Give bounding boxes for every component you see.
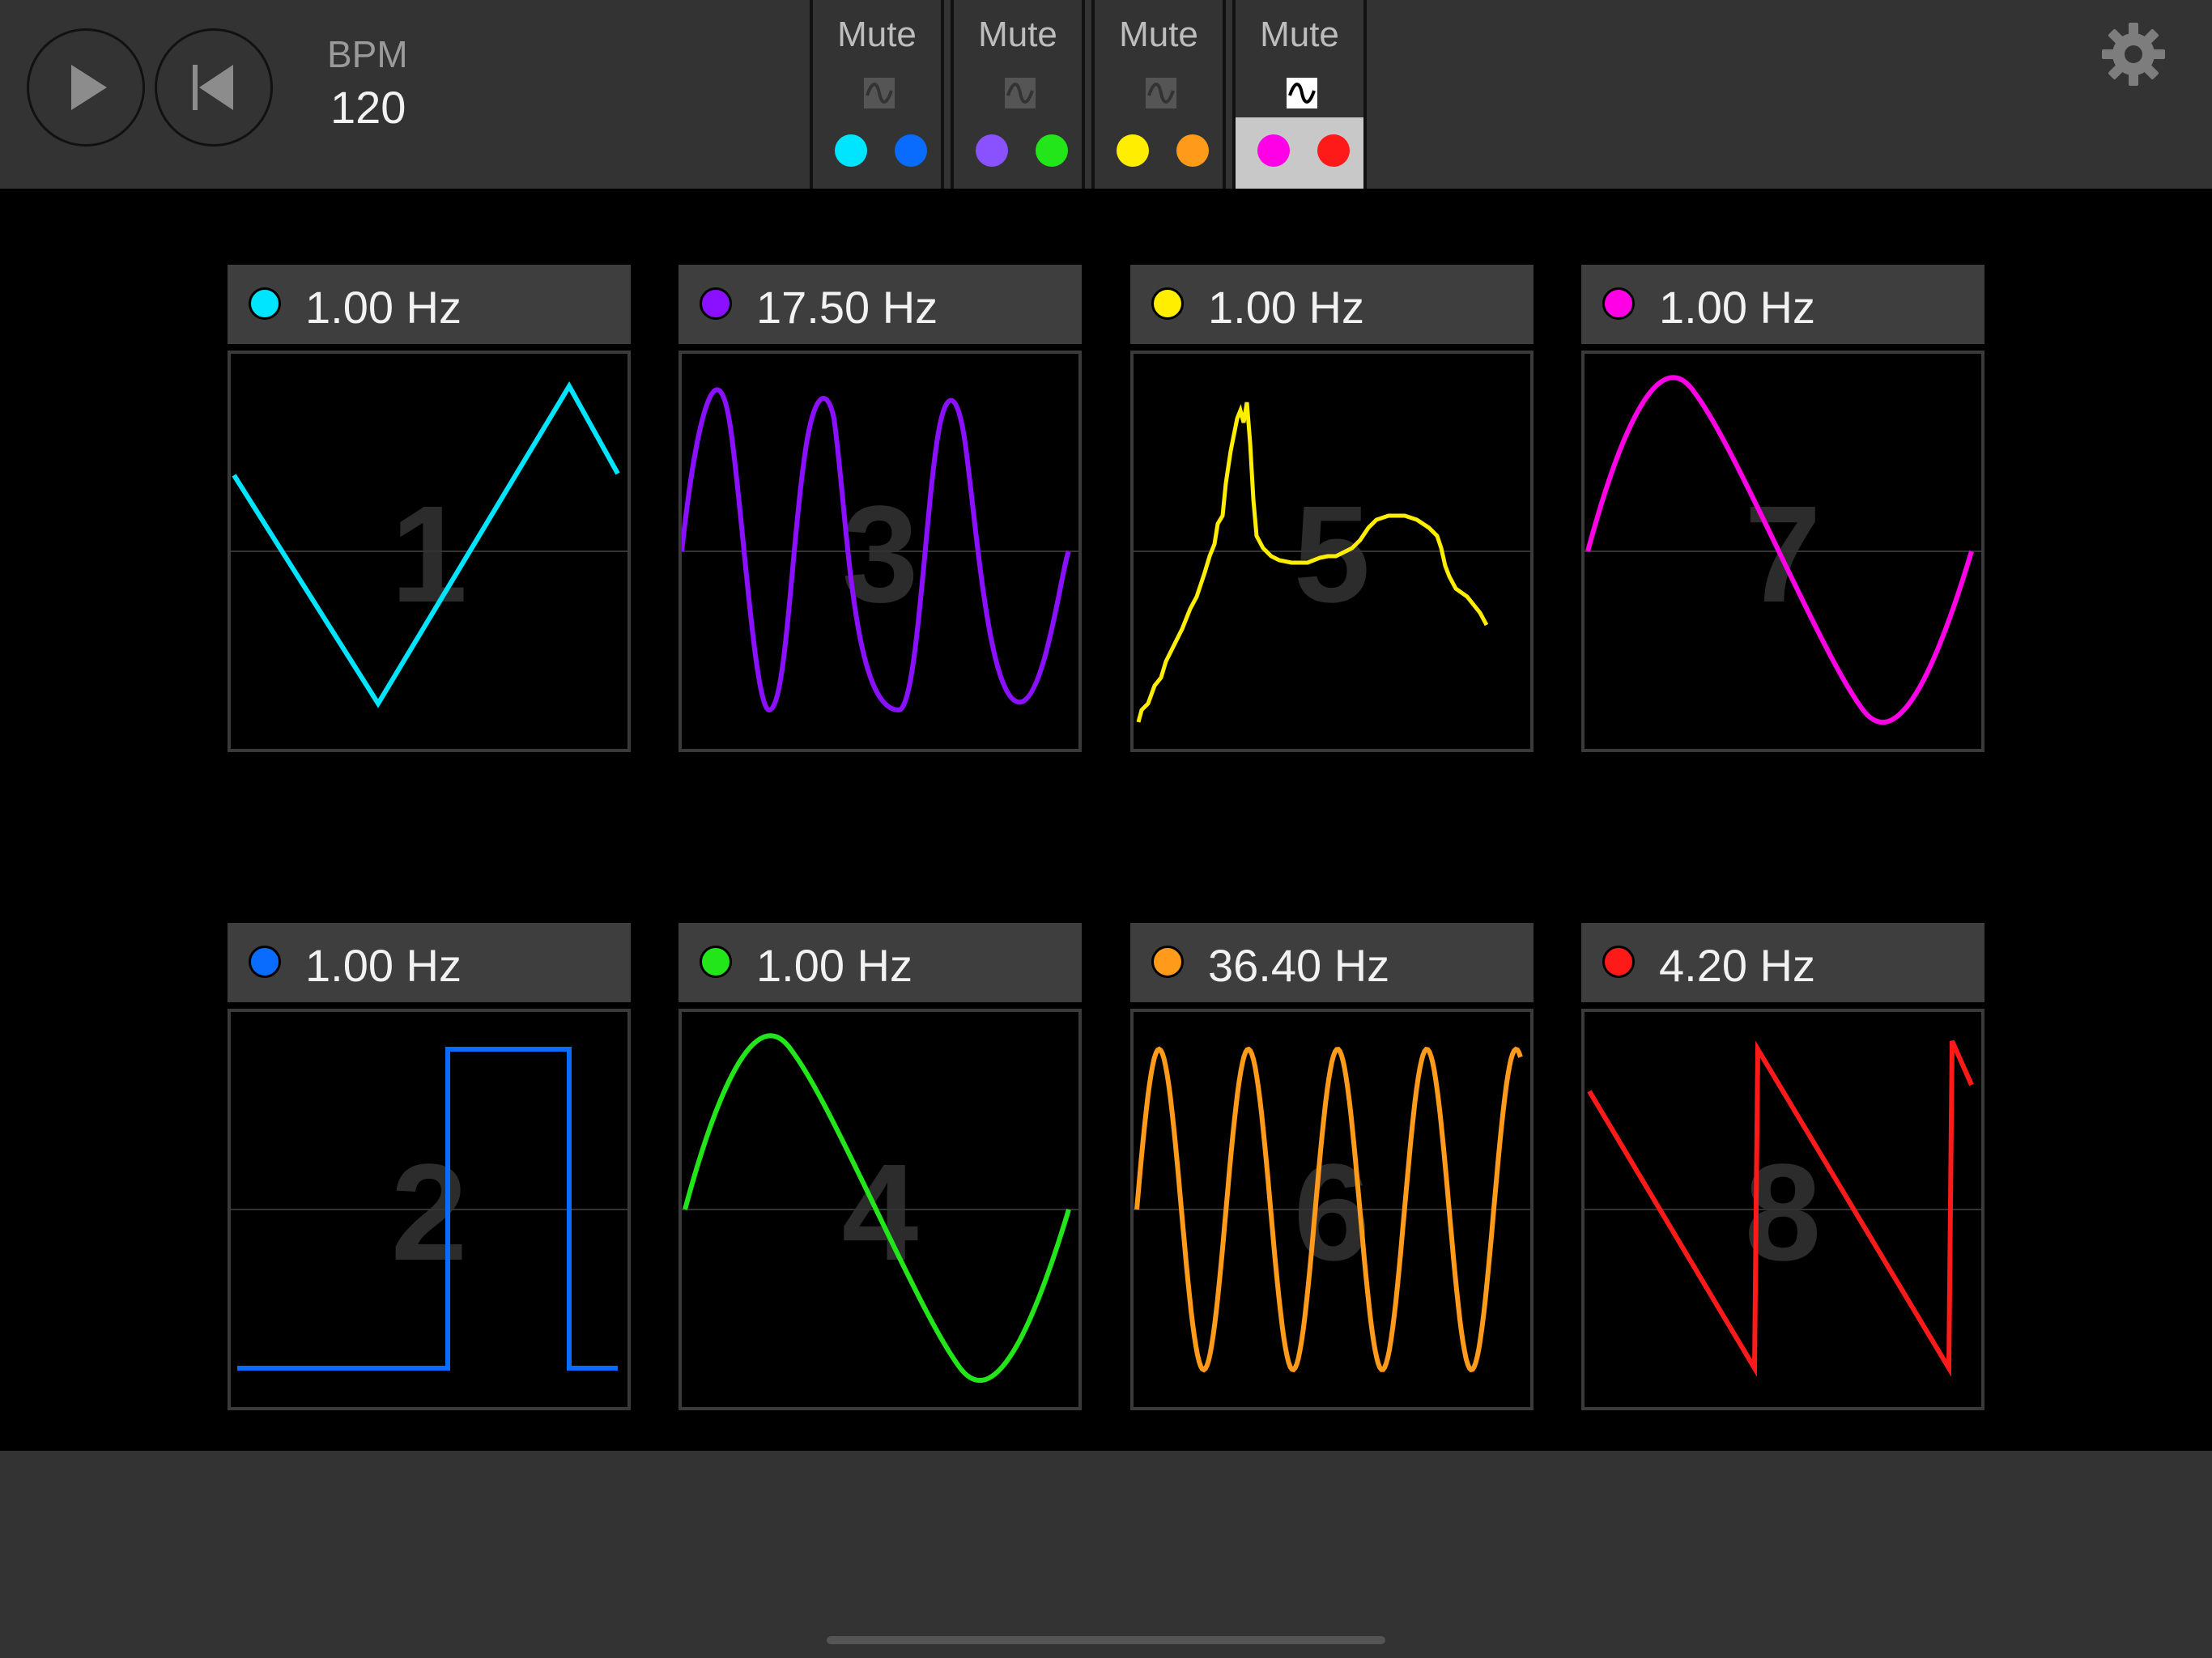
lfo-color-dot [249, 287, 281, 320]
waveform-line [682, 387, 1071, 713]
lfo-frequency-header[interactable]: 4.20 Hz [1581, 923, 1984, 1002]
lfo-color-dot [1602, 946, 1635, 978]
lfo-frequency-header[interactable]: 36.40 Hz [1130, 923, 1534, 1002]
waveform-line [1587, 1039, 1974, 1377]
lfo-waveform-display[interactable]: 6 [1130, 1009, 1534, 1410]
mute-button[interactable]: Mute [954, 15, 1082, 55]
lfo-color-dot [1602, 287, 1635, 320]
channel-color-dot[interactable] [895, 134, 927, 167]
bottom-bar [0, 1451, 2212, 1658]
lfo-waveform-display[interactable]: 4 [678, 1009, 1082, 1410]
bpm-value[interactable]: 120 [330, 81, 406, 134]
channel-color-dot[interactable] [1176, 134, 1209, 167]
lfo-color-dot [1151, 287, 1184, 320]
channel-group-1: Mute [810, 0, 944, 189]
lfo-wave-icon[interactable] [1146, 78, 1176, 108]
waveform-plot [231, 381, 627, 708]
waveform-plot [231, 1047, 627, 1371]
mute-button[interactable]: Mute [1095, 15, 1223, 55]
lfo-waveform-display[interactable]: 3 [678, 351, 1082, 752]
channel-color-dot[interactable] [1036, 134, 1068, 167]
lfo-wave-icon[interactable] [1287, 78, 1317, 108]
waveform-plot [1585, 375, 1981, 725]
waveform-line [1585, 375, 1974, 725]
channel-color-dot[interactable] [1317, 134, 1350, 167]
channel-colors [954, 117, 1082, 189]
channel-color-dot[interactable] [1257, 134, 1290, 167]
lfo-waveform-display[interactable]: 8 [1581, 1009, 1984, 1410]
play-button[interactable] [27, 28, 145, 147]
waveform-line [683, 1033, 1071, 1383]
waveform-line [232, 381, 620, 708]
waveform-line [1136, 402, 1489, 723]
channel-colors [1095, 117, 1223, 189]
channel-color-dot[interactable] [835, 134, 867, 167]
lfo-frequency-header[interactable]: 1.00 Hz [678, 923, 1082, 1002]
lfo-waveform-display[interactable]: 1 [228, 351, 631, 752]
channel-colors [813, 117, 941, 189]
top-toolbar: BPM 120 Mute Mute Mute Mute [0, 0, 2212, 189]
lfo-waveform-display[interactable]: 7 [1581, 351, 1984, 752]
waveform-plot [1134, 1046, 1530, 1373]
channel-color-dot[interactable] [976, 134, 1008, 167]
lfo-waveform-display[interactable]: 2 [228, 1009, 631, 1410]
lfo-color-dot [700, 946, 732, 978]
skip-to-start-icon [193, 65, 233, 110]
lfo-color-dot [700, 287, 732, 320]
lfo-frequency: 1.00 Hz [1208, 282, 1364, 333]
waveform-plot [682, 387, 1078, 713]
lfo-wave-icon[interactable] [864, 78, 895, 108]
waveform-plot [1134, 402, 1530, 723]
lfo-frequency: 1.00 Hz [1659, 282, 1815, 333]
lfo-frequency: 1.00 Hz [756, 940, 912, 991]
lfo-frequency-header[interactable]: 17.50 Hz [678, 265, 1082, 344]
mute-button[interactable]: Mute [1236, 15, 1363, 55]
rewind-button[interactable] [155, 28, 273, 147]
lfo-frequency: 1.00 Hz [305, 282, 462, 333]
home-indicator[interactable] [827, 1636, 1385, 1644]
channel-colors [1236, 117, 1363, 189]
channel-group-2: Mute [951, 0, 1085, 189]
waveform-plot [682, 1033, 1078, 1383]
lfo-frequency: 4.20 Hz [1659, 940, 1815, 991]
lfo-frequency-header[interactable]: 1.00 Hz [228, 923, 631, 1002]
lfo-frequency-header[interactable]: 1.00 Hz [1581, 265, 1984, 344]
gear-icon[interactable] [2097, 18, 2170, 91]
lfo-frequency-header[interactable]: 1.00 Hz [1130, 265, 1534, 344]
lfo-frequency: 36.40 Hz [1208, 940, 1390, 991]
channel-group-3: Mute [1091, 0, 1226, 189]
channel-group-4: Mute [1232, 0, 1367, 189]
waveform-plot [1585, 1039, 1981, 1377]
lfo-wave-icon[interactable] [1005, 78, 1036, 108]
lfo-waveform-display[interactable]: 5 [1130, 351, 1534, 752]
lfo-color-dot [1151, 946, 1184, 978]
channel-color-dot[interactable] [1117, 134, 1149, 167]
lfo-color-dot [249, 946, 281, 978]
lfo-frequency: 1.00 Hz [305, 940, 462, 991]
lfo-frequency-header[interactable]: 1.00 Hz [228, 265, 631, 344]
play-icon [71, 65, 107, 110]
mute-button[interactable]: Mute [813, 15, 941, 55]
bpm-label: BPM [327, 33, 408, 75]
lfo-frequency: 17.50 Hz [756, 282, 938, 333]
